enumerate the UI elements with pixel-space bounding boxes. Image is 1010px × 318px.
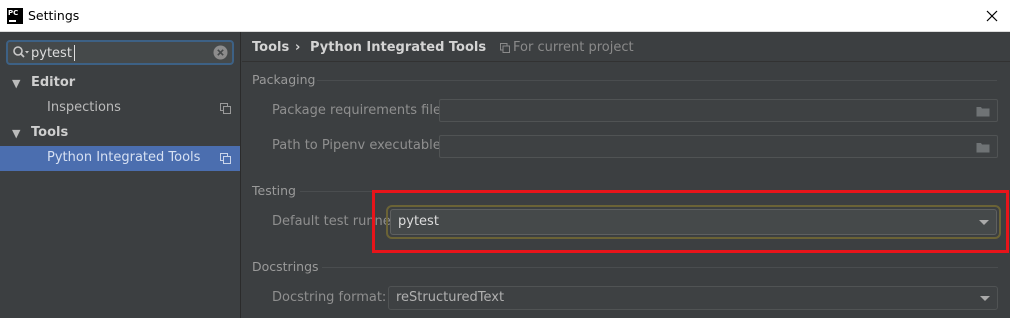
section-divider <box>300 191 375 192</box>
window-title: Settings <box>28 8 80 23</box>
search-icon[interactable] <box>12 45 30 61</box>
red-highlight-box <box>372 190 1009 253</box>
sidebar-item-label: Tools <box>31 125 69 140</box>
requirements-file-field[interactable] <box>439 99 998 122</box>
sidebar-item-label: Python Integrated Tools <box>47 150 201 165</box>
sidebar-item-tools[interactable]: ▼ Tools <box>0 121 240 146</box>
pipenv-path-label: Path to Pipenv executable: <box>272 138 446 153</box>
docstring-format-dropdown[interactable]: reStructuredText <box>388 286 998 310</box>
search-box[interactable] <box>6 40 234 65</box>
docstring-format-value: reStructuredText <box>396 290 505 305</box>
scope-label: For current project <box>513 40 634 55</box>
clear-icon[interactable] <box>213 45 228 60</box>
sidebar-item-python-integrated-tools[interactable]: Python Integrated Tools <box>0 146 240 171</box>
breadcrumb-tools[interactable]: Tools <box>252 40 289 55</box>
settings-sidebar: ▼ Editor Inspections ▼ Tools Python Inte… <box>0 32 241 318</box>
docstring-format-label: Docstring format: <box>272 290 387 305</box>
sidebar-item-label: Editor <box>31 75 76 90</box>
close-icon <box>986 10 998 22</box>
pycharm-app-icon: PC <box>7 8 23 24</box>
sidebar-item-editor[interactable]: ▼ Editor <box>0 71 240 96</box>
sidebar-item-inspections[interactable]: Inspections <box>0 96 240 121</box>
text-cursor <box>74 45 75 61</box>
testing-section-title: Testing <box>252 183 296 198</box>
section-divider <box>322 267 998 268</box>
title-bar: PC Settings <box>0 0 1010 32</box>
close-button[interactable] <box>980 4 1004 28</box>
section-divider <box>317 80 997 81</box>
settings-main-panel: Tools › Python Integrated Tools For curr… <box>242 32 1010 318</box>
chevron-down-icon <box>980 296 990 301</box>
breadcrumb-separator: › <box>295 40 301 55</box>
app-icon-text: PC <box>8 9 19 17</box>
project-icon <box>500 43 510 53</box>
folder-icon[interactable] <box>976 105 990 117</box>
folder-icon[interactable] <box>976 141 990 153</box>
copy-icon <box>220 103 231 114</box>
pipenv-path-field[interactable] <box>439 135 998 158</box>
search-input[interactable] <box>31 44 201 62</box>
sidebar-item-label: Inspections <box>47 100 121 115</box>
docstrings-section-title: Docstrings <box>252 259 319 274</box>
copy-icon <box>220 153 231 164</box>
breadcrumb-current-page: Python Integrated Tools <box>310 40 487 55</box>
expand-arrow-icon[interactable]: ▼ <box>12 77 20 90</box>
requirements-file-label: Package requirements file: <box>272 103 446 118</box>
expand-arrow-icon[interactable]: ▼ <box>12 127 20 140</box>
packaging-section-title: Packaging <box>252 72 316 87</box>
breadcrumb: Tools › Python Integrated Tools For curr… <box>242 32 1010 62</box>
